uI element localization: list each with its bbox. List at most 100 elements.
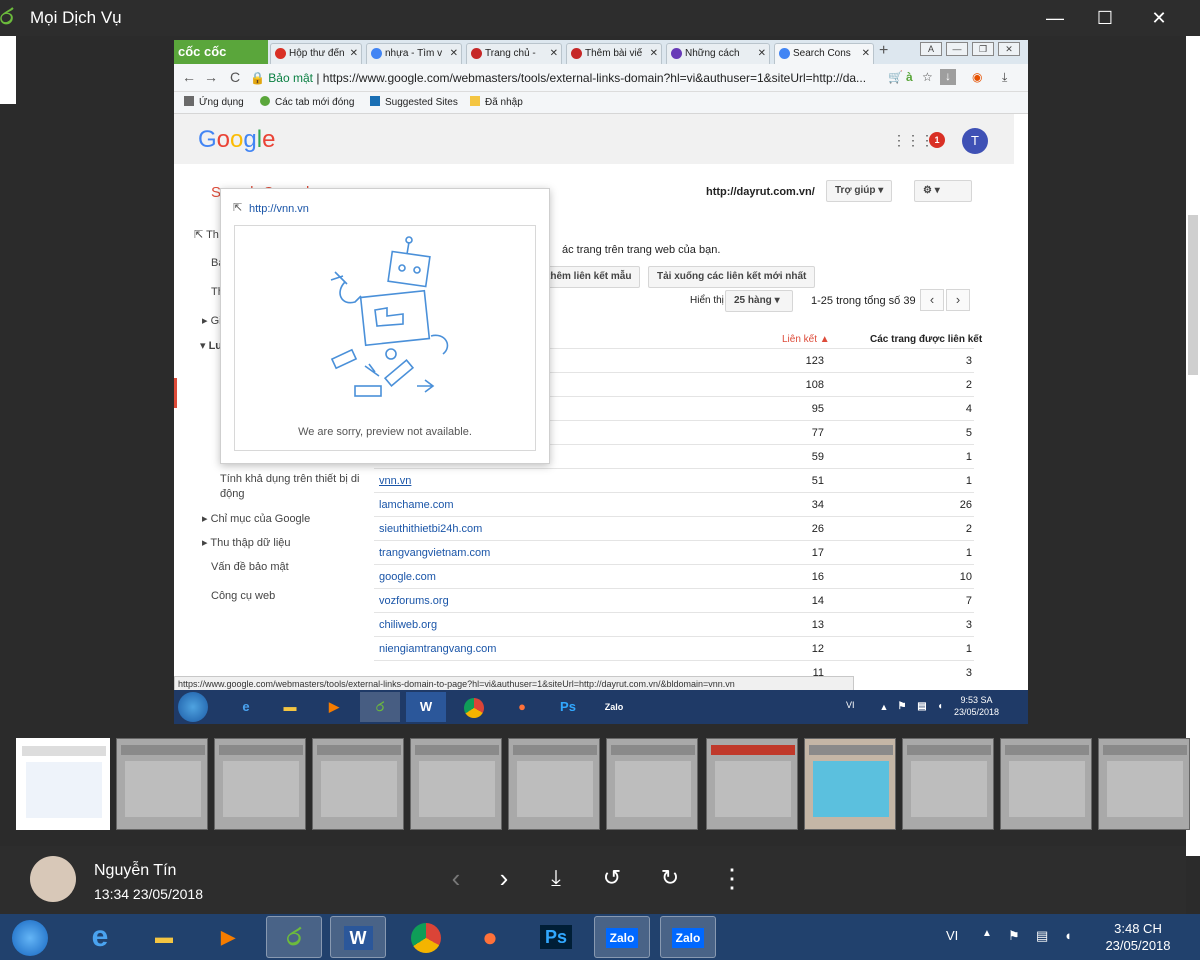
forward-icon[interactable]: →: [204, 69, 218, 85]
volume-icon[interactable]: ◖: [930, 692, 950, 722]
download-latest-links-button[interactable]: Tải xuống các liên kết mới nhất: [648, 266, 816, 288]
preview-link[interactable]: http://vnn.vn: [249, 203, 309, 215]
scrollbar[interactable]: [1186, 36, 1200, 856]
sidebar-item-traffic[interactable]: ▸ Gi: [202, 314, 222, 327]
domain-link[interactable]: vnn.vn: [379, 475, 411, 487]
avatar[interactable]: [30, 856, 76, 902]
zalo-icon[interactable]: Zalo: [660, 916, 716, 958]
domain-link[interactable]: vozforums.org: [379, 595, 449, 607]
photoshop-icon[interactable]: Ps: [548, 692, 588, 722]
bookmark-suggested[interactable]: Suggested Sites: [370, 96, 458, 108]
media-player-icon[interactable]: ▶: [200, 916, 256, 958]
thumbnail[interactable]: [606, 738, 698, 830]
firefox-icon[interactable]: ●: [502, 692, 542, 722]
tab-close-icon[interactable]: ✕: [450, 44, 458, 63]
language-indicator[interactable]: VI: [846, 700, 855, 710]
browser-tab-active[interactable]: Search Cons ✕: [774, 43, 874, 64]
folder-icon[interactable]: ▬: [136, 916, 192, 958]
browser-tab[interactable]: nhựa - Tìm v ✕: [366, 43, 462, 64]
back-icon[interactable]: ←: [182, 69, 196, 85]
next-icon[interactable]: ›: [486, 860, 522, 896]
bookmark-apps[interactable]: Ứng dụng: [184, 96, 244, 108]
avatar[interactable]: T: [962, 128, 988, 154]
domain-link[interactable]: google.com: [379, 571, 436, 583]
close-icon[interactable]: ✕: [998, 42, 1020, 56]
site-url[interactable]: http://dayrut.com.vn/: [706, 186, 815, 198]
internet-explorer-icon[interactable]: e: [72, 916, 128, 958]
google-logo[interactable]: Google: [198, 126, 275, 154]
tray-arrow-icon[interactable]: ▲: [982, 928, 992, 939]
coccoc-icon[interactable]: ර: [360, 692, 400, 722]
notification-badge[interactable]: 1: [929, 132, 945, 148]
close-button[interactable]: ✕: [1136, 4, 1182, 32]
tab-close-icon[interactable]: ✕: [550, 44, 558, 63]
restore-icon[interactable]: ❐: [972, 42, 994, 56]
tab-close-icon[interactable]: ✕: [862, 44, 870, 63]
tab-close-icon[interactable]: ✕: [350, 44, 358, 63]
zalo-icon[interactable]: Zalo: [594, 692, 634, 722]
next-page-button[interactable]: ›: [946, 289, 970, 311]
translate-icon[interactable]: à: [906, 70, 913, 84]
internet-explorer-icon[interactable]: e: [226, 692, 266, 722]
network-icon[interactable]: ▤: [1036, 928, 1048, 944]
zalo-icon[interactable]: Zalo: [594, 916, 650, 958]
bookmark-imported[interactable]: Đã nhập: [470, 96, 523, 108]
download-icon[interactable]: ↓: [940, 69, 956, 85]
prev-page-button[interactable]: ‹: [920, 289, 944, 311]
previous-icon[interactable]: ‹: [438, 860, 474, 896]
firefox-icon[interactable]: ●: [462, 916, 518, 958]
tab-close-icon[interactable]: ✕: [758, 44, 766, 63]
downloads-icon[interactable]: ⤓: [1002, 70, 1007, 85]
domain-link[interactable]: sieuthithietbi24h.com: [379, 523, 482, 535]
sidebar-item-security[interactable]: Vấn đề bảo mật: [211, 561, 289, 573]
help-dropdown[interactable]: Trợ giúp ▾: [826, 180, 893, 202]
star-icon[interactable]: ☆: [922, 70, 933, 84]
thumbnail[interactable]: [902, 738, 994, 830]
more-sample-links-button[interactable]: thêm liên kết mẫu: [538, 266, 641, 288]
media-player-icon[interactable]: ▶: [314, 692, 354, 722]
settings-dropdown[interactable]: ⚙ ▾: [914, 180, 972, 202]
network-icon[interactable]: ▤: [912, 692, 932, 722]
flag-icon[interactable]: ⚑: [892, 692, 912, 722]
language-indicator[interactable]: VI: [946, 928, 958, 943]
thumbnail[interactable]: [508, 738, 600, 830]
minimize-icon[interactable]: —: [946, 42, 968, 56]
extension-icon[interactable]: ◉: [972, 70, 982, 84]
thumbnail[interactable]: [410, 738, 502, 830]
apps-grid-icon[interactable]: ⋮⋮⋮: [892, 132, 934, 149]
maximize-button[interactable]: ☐: [1082, 4, 1128, 32]
thumbnail[interactable]: [214, 738, 306, 830]
url-field[interactable]: 🔒 Bảo mật | https://www.google.com/webma…: [250, 69, 880, 87]
reload-icon[interactable]: C: [230, 69, 240, 85]
sidebar-item-mobile-usability[interactable]: Tính khả dụng trên thiết bị di động: [220, 472, 360, 502]
sidebar-item-crawl[interactable]: ▸ Thu thập dữ liệu: [202, 536, 291, 549]
sidebar-item-messages[interactable]: ⇱ Th: [194, 228, 219, 241]
word-icon[interactable]: W: [330, 916, 386, 958]
sidebar-item-index[interactable]: ▸ Chỉ mục của Google: [202, 512, 310, 525]
scrollbar-thumb[interactable]: [1188, 215, 1198, 375]
browser-tab[interactable]: Hộp thư đến ✕: [270, 43, 362, 64]
rows-select[interactable]: 25 hàng ▾: [725, 290, 793, 312]
clock[interactable]: 9:53 SA 23/05/2018: [954, 694, 999, 718]
rotate-left-icon[interactable]: ↺: [594, 860, 630, 896]
sidebar-item-links[interactable]: ▾ Lu: [200, 339, 222, 352]
folder-icon[interactable]: ▬: [270, 692, 310, 722]
flag-icon[interactable]: ⚑: [1008, 928, 1020, 944]
domain-link[interactable]: niengiamtrangvang.com: [379, 643, 496, 655]
volume-icon[interactable]: ◖: [1064, 928, 1072, 943]
thumbnail[interactable]: [804, 738, 896, 830]
thumbnail[interactable]: [312, 738, 404, 830]
browser-tab[interactable]: Trang chủ - ✕: [466, 43, 562, 64]
thumbnail[interactable]: [1098, 738, 1190, 830]
rotate-right-icon[interactable]: ↻: [652, 860, 688, 896]
sidebar-item-web-tools[interactable]: Công cụ web: [211, 590, 275, 602]
bookmark-recent-tabs[interactable]: Các tab mới đóng: [260, 96, 354, 108]
thumbnail[interactable]: [706, 738, 798, 830]
download-icon[interactable]: ⤓: [538, 860, 574, 896]
new-tab-button[interactable]: +: [879, 42, 888, 60]
chrome-icon[interactable]: [454, 692, 494, 722]
tray-arrow-icon[interactable]: ▲: [874, 692, 894, 722]
word-icon[interactable]: W: [406, 692, 446, 722]
photoshop-icon[interactable]: Ps: [528, 916, 584, 958]
chrome-icon[interactable]: [398, 916, 454, 958]
